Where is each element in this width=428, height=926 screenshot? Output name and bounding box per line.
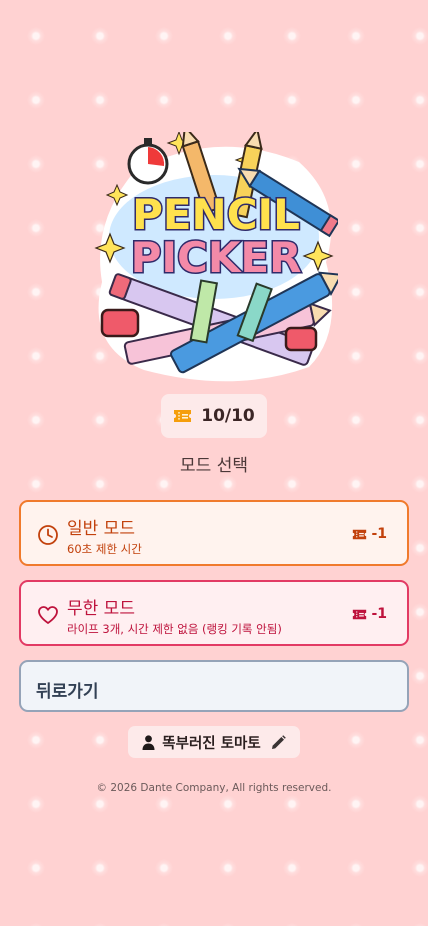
ticket-icon (353, 529, 367, 539)
person-icon (142, 734, 155, 750)
mode-cost: -1 (352, 526, 387, 542)
ticket-icon (353, 609, 367, 619)
logo-line-2: PICKER (131, 233, 302, 282)
normal-mode-button[interactable]: 일반 모드 60초 제한 시간 -1 (19, 500, 409, 566)
back-button-label: 뒤로가기 (36, 682, 99, 702)
mode-cost-value: -1 (371, 526, 387, 542)
mode-description: 60초 제한 시간 (67, 542, 142, 556)
mode-title: 일반 모드 (67, 519, 135, 539)
infinite-mode-button[interactable]: 무한 모드 라이프 3개, 시간 제한 없음 (랭킹 기록 안됨) -1 (19, 580, 409, 646)
section-title: 모드 선택 (180, 456, 248, 476)
clock-icon (37, 524, 59, 546)
ticket-count: 10/10 (201, 406, 255, 426)
copyright-text: © 2026 Dante Company, All rights reserve… (96, 782, 332, 794)
pencil-icon[interactable] (271, 734, 286, 750)
logo-line-1: PENCIL (132, 190, 300, 239)
ticket-counter: 10/10 (161, 394, 267, 438)
mode-cost-value: -1 (371, 606, 387, 622)
back-button[interactable]: 뒤로가기 (19, 660, 409, 712)
mode-cost: -1 (352, 606, 387, 622)
mode-description: 라이프 3개, 시간 제한 없음 (랭킹 기록 안됨) (67, 622, 282, 636)
mode-title: 무한 모드 (67, 599, 135, 619)
heart-icon (37, 604, 59, 626)
user-nickname-button[interactable]: 똑부러진 토마토 (128, 726, 300, 758)
pencil-picker-logo: PENCIL PICKER (94, 132, 338, 384)
user-nickname: 똑부러진 토마토 (162, 735, 261, 752)
ticket-icon (174, 410, 192, 422)
